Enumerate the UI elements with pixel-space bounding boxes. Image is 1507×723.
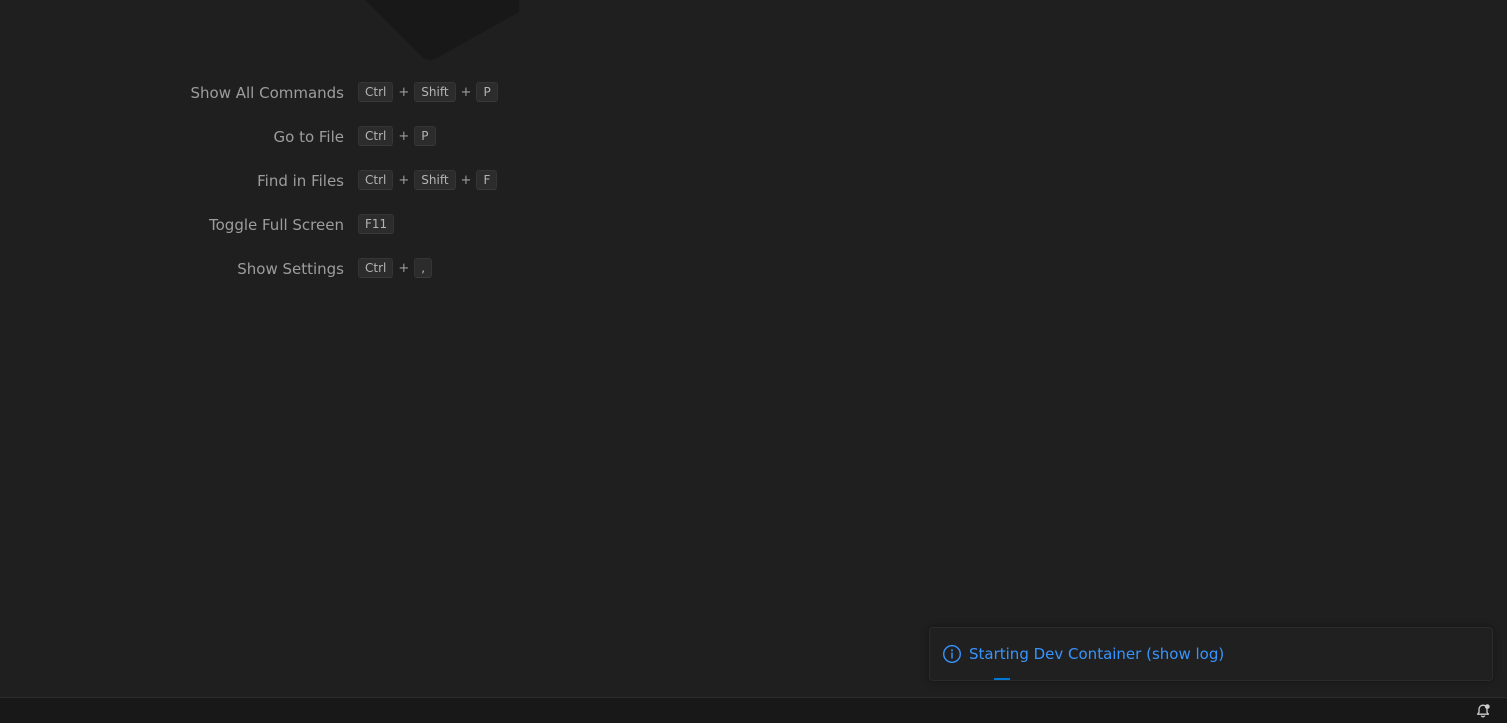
key-comma: , (414, 258, 433, 278)
shortcut-label: Find in Files (257, 172, 344, 190)
key-f: F (476, 170, 498, 190)
keybinding: Ctrl + , (358, 258, 433, 278)
key-ctrl: Ctrl (358, 258, 394, 278)
info-icon (942, 644, 962, 664)
shortcut-label: Show All Commands (190, 84, 344, 102)
notification-toast: Starting Dev Container (show log) (929, 627, 1493, 681)
shortcut-row-find-in-files[interactable]: Find in Files Ctrl + Shift + F (0, 168, 560, 194)
key-separator: + (460, 172, 472, 188)
shortcut-label: Show Settings (237, 260, 344, 278)
keybinding: F11 (358, 214, 395, 234)
show-log-link[interactable]: Starting Dev Container (show log) (969, 645, 1224, 663)
key-ctrl: Ctrl (358, 170, 394, 190)
shortcut-row-toggle-full-screen[interactable]: Toggle Full Screen F11 (0, 212, 560, 238)
keybinding: Ctrl + Shift + P (358, 82, 498, 102)
key-p: P (476, 82, 498, 102)
key-shift: Shift (414, 82, 456, 102)
key-separator: + (398, 84, 410, 100)
shortcut-row-show-settings[interactable]: Show Settings Ctrl + , (0, 256, 560, 282)
key-separator: + (398, 128, 410, 144)
shortcut-row-show-all-commands[interactable]: Show All Commands Ctrl + Shift + P (0, 80, 560, 106)
key-p: P (414, 126, 436, 146)
shortcut-label: Go to File (273, 128, 345, 146)
key-ctrl: Ctrl (358, 126, 394, 146)
key-shift: Shift (414, 170, 456, 190)
bell-dot-icon[interactable] (1475, 703, 1491, 719)
shortcut-row-go-to-file[interactable]: Go to File Ctrl + P (0, 124, 560, 150)
keybinding: Ctrl + P (358, 126, 436, 146)
key-separator: + (398, 172, 410, 188)
status-bar (0, 697, 1507, 723)
progress-indicator (994, 678, 1010, 680)
shortcut-label: Toggle Full Screen (209, 216, 344, 234)
key-separator: + (460, 84, 472, 100)
vscode-logo-watermark (365, 0, 519, 60)
key-f11: F11 (358, 214, 395, 234)
key-separator: + (398, 260, 410, 276)
keybinding: Ctrl + Shift + F (358, 170, 498, 190)
key-ctrl: Ctrl (358, 82, 394, 102)
editor-area: Show All Commands Ctrl + Shift + P Go to… (0, 0, 1507, 697)
